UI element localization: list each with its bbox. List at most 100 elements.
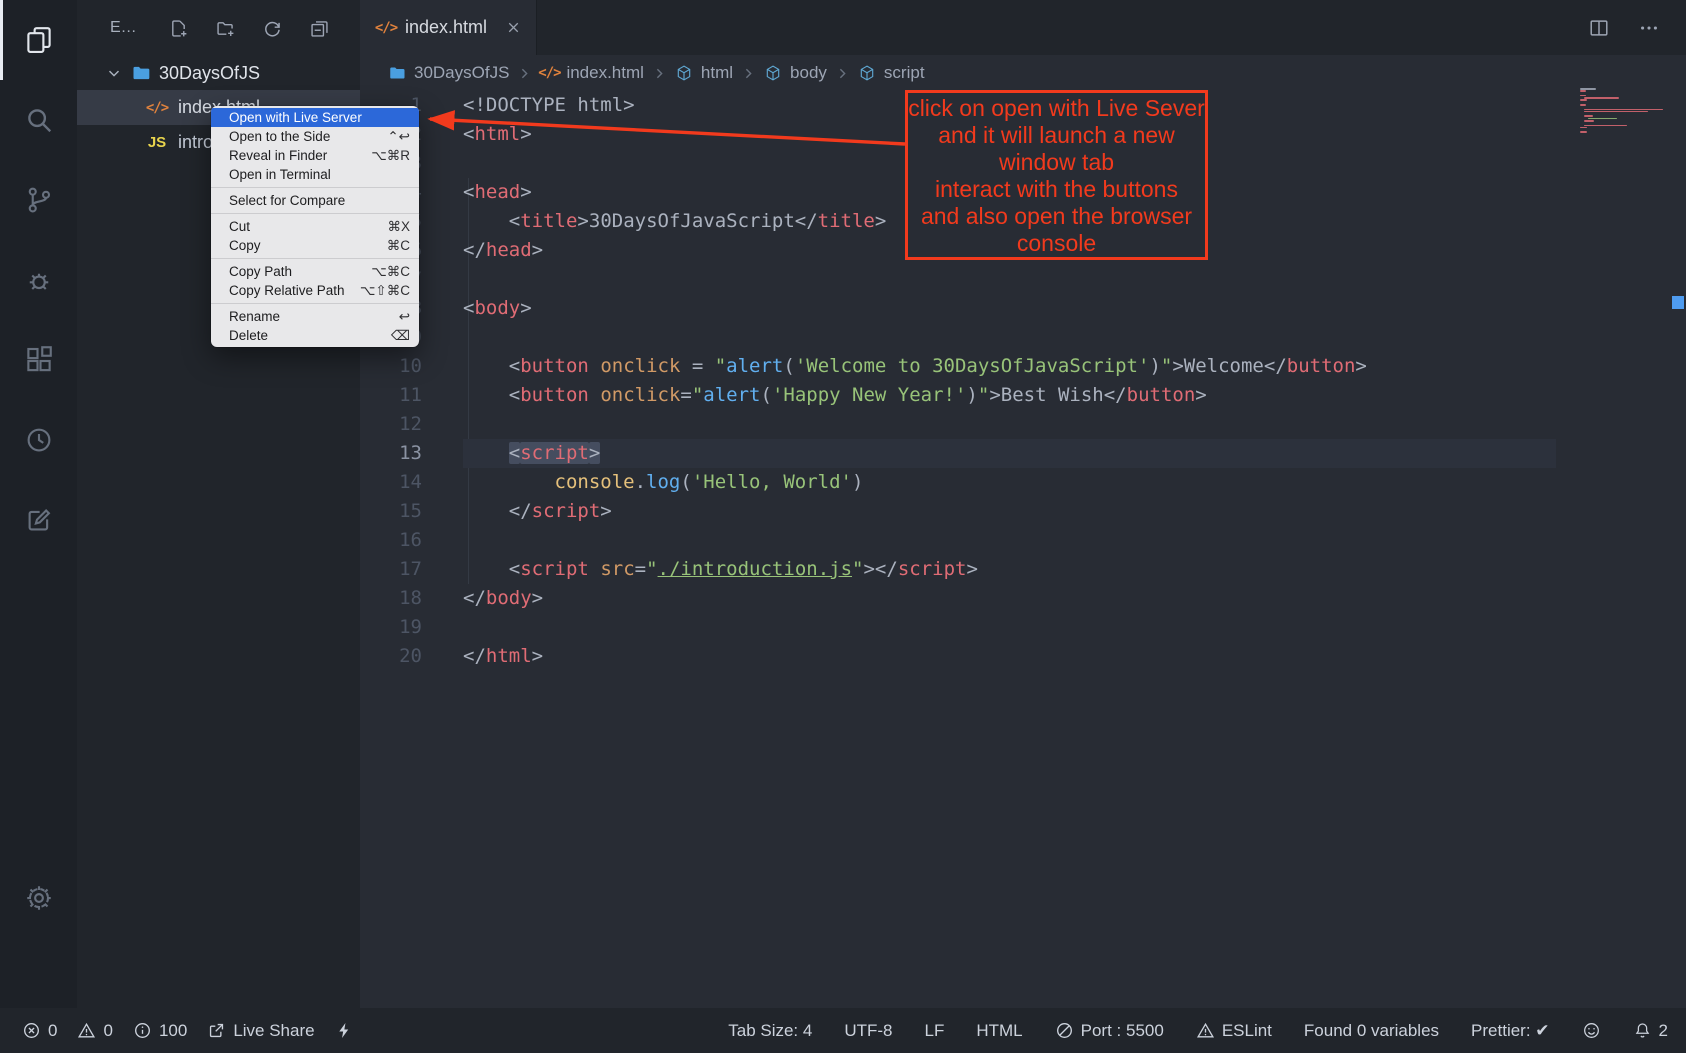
- code-line-9: 9: [360, 323, 1686, 352]
- menu-separator: [211, 303, 419, 304]
- breadcrumb-30daysofjs[interactable]: 30DaysOfJS: [388, 63, 509, 83]
- info-icon: [133, 1021, 152, 1040]
- code-line-11: 11 <button onclick="alert('Happy New Yea…: [360, 381, 1686, 410]
- menu-item-open-with-live-server[interactable]: Open with Live Server: [211, 108, 419, 127]
- status-eol[interactable]: LF: [925, 1021, 945, 1041]
- extensions-icon: [24, 345, 54, 375]
- menu-item-reveal-in-finder[interactable]: Reveal in Finder⌥⌘R: [211, 146, 419, 165]
- menu-item-rename[interactable]: Rename↩: [211, 307, 419, 326]
- status-info-count[interactable]: 100: [133, 1021, 187, 1041]
- activity-source-control[interactable]: [0, 160, 77, 240]
- menu-separator: [211, 258, 419, 259]
- menu-item-open-to-the-side[interactable]: Open to the Side⌃↩: [211, 127, 419, 146]
- bell-icon: [1633, 1021, 1652, 1040]
- status-quick-bolt[interactable]: [335, 1021, 354, 1040]
- breadcrumb-index-html[interactable]: </>index.html: [540, 63, 643, 83]
- code-line-10: 10 <button onclick = "alert('Welcome to …: [360, 352, 1686, 381]
- status-notifications[interactable]: 2: [1633, 1021, 1668, 1041]
- code-line-12: 12: [360, 410, 1686, 439]
- status-live-server-port[interactable]: Port : 5500: [1055, 1021, 1164, 1041]
- status-text: Port : 5500: [1081, 1021, 1164, 1041]
- status-variables[interactable]: Found 0 variables: [1304, 1021, 1439, 1041]
- status-encoding[interactable]: UTF-8: [844, 1021, 892, 1041]
- line-number: 20: [360, 642, 463, 671]
- status-errors[interactable]: 0: [22, 1021, 57, 1041]
- activity-history[interactable]: [0, 400, 77, 480]
- activity-bar: [0, 0, 77, 1008]
- status-text: 0: [103, 1021, 112, 1041]
- close-icon[interactable]: [505, 19, 522, 36]
- minimap[interactable]: [1580, 88, 1670, 134]
- line-number: 11: [360, 381, 463, 410]
- activity-feedback[interactable]: [0, 480, 77, 560]
- activity-debug[interactable]: [0, 240, 77, 320]
- breadcrumb-label: body: [790, 63, 827, 83]
- status-eslint[interactable]: ESLint: [1196, 1021, 1272, 1041]
- status-feedback-smiley[interactable]: [1582, 1021, 1601, 1040]
- cube-icon: [764, 64, 782, 82]
- status-warnings[interactable]: 0: [77, 1021, 112, 1041]
- new-file-icon[interactable]: [168, 18, 189, 39]
- menu-item-label: Delete: [229, 328, 268, 343]
- sidebar-folder-30daysofjs[interactable]: 30DaysOfJS: [77, 56, 360, 90]
- code-line-13: 13 <script>: [360, 439, 1686, 468]
- breadcrumb-label: script: [884, 63, 925, 83]
- activity-settings[interactable]: [0, 858, 77, 938]
- line-number: 18: [360, 584, 463, 613]
- code-line-20: 20</html>: [360, 642, 1686, 671]
- search-icon: [24, 105, 54, 135]
- menu-item-copy-path[interactable]: Copy Path⌥⌘C: [211, 262, 419, 281]
- code-line-15: 15 </script>: [360, 497, 1686, 526]
- code-line-18: 18</body>: [360, 584, 1686, 613]
- menu-item-open-in-terminal[interactable]: Open in Terminal: [211, 165, 419, 184]
- code-line-17: 17 <script src="./introduction.js"></scr…: [360, 555, 1686, 584]
- line-number: 14: [360, 468, 463, 497]
- status-live-share[interactable]: Live Share: [207, 1021, 314, 1041]
- tab-bar: </> index.html: [360, 0, 1686, 55]
- explorer-icon: [24, 25, 54, 55]
- html-file-icon: </>: [377, 19, 395, 37]
- menu-item-copy-relative-path[interactable]: Copy Relative Path⌥⇧⌘C: [211, 281, 419, 300]
- status-text: Found 0 variables: [1304, 1021, 1439, 1041]
- breadcrumb-script[interactable]: script: [858, 63, 925, 83]
- status-language-mode[interactable]: HTML: [976, 1021, 1022, 1041]
- explorer-title: E…: [110, 19, 137, 37]
- warning-icon: [77, 1021, 96, 1040]
- split-editor-icon[interactable]: [1588, 17, 1610, 39]
- status-text: Prettier: ✔: [1471, 1021, 1549, 1041]
- breadcrumb-label: html: [701, 63, 733, 83]
- menu-item-select-for-compare[interactable]: Select for Compare: [211, 191, 419, 210]
- status-tab-size[interactable]: Tab Size: 4: [728, 1021, 812, 1041]
- tab-index-html[interactable]: </> index.html: [360, 0, 537, 55]
- collapse-all-icon[interactable]: [309, 18, 330, 39]
- status-text: 2: [1659, 1021, 1668, 1041]
- annotation-box: click on open with Live Sever and it wil…: [905, 90, 1208, 260]
- menu-item-copy[interactable]: Copy⌘C: [211, 236, 419, 255]
- chevron-right-icon: [740, 65, 757, 82]
- circleslash-icon: [1055, 1021, 1074, 1040]
- menu-item-delete[interactable]: Delete⌫: [211, 326, 419, 345]
- line-number: 16: [360, 526, 463, 555]
- status-text: ESLint: [1222, 1021, 1272, 1041]
- activity-extensions[interactable]: [0, 320, 77, 400]
- smiley-icon: [1582, 1021, 1601, 1040]
- context-menu: Open with Live ServerOpen to the Side⌃↩R…: [211, 106, 419, 347]
- breadcrumb-html[interactable]: html: [675, 63, 733, 83]
- cube-icon: [675, 64, 693, 82]
- html-file-icon: </>: [147, 98, 167, 118]
- activity-explorer[interactable]: [0, 0, 77, 80]
- refresh-icon[interactable]: [262, 18, 283, 39]
- status-prettier[interactable]: Prettier: ✔: [1471, 1021, 1549, 1041]
- menu-item-label: Copy Path: [229, 264, 292, 279]
- activity-search[interactable]: [0, 80, 77, 160]
- status-text: 0: [48, 1021, 57, 1041]
- menu-item-shortcut: ⌘C: [387, 238, 410, 254]
- menu-item-label: Rename: [229, 309, 280, 324]
- more-actions-icon[interactable]: [1638, 17, 1660, 39]
- breadcrumb-body[interactable]: body: [764, 63, 827, 83]
- menu-item-cut[interactable]: Cut⌘X: [211, 217, 419, 236]
- status-text: HTML: [976, 1021, 1022, 1041]
- new-folder-icon[interactable]: [215, 18, 236, 39]
- cube-icon: [858, 64, 876, 82]
- folder-icon: [388, 64, 406, 82]
